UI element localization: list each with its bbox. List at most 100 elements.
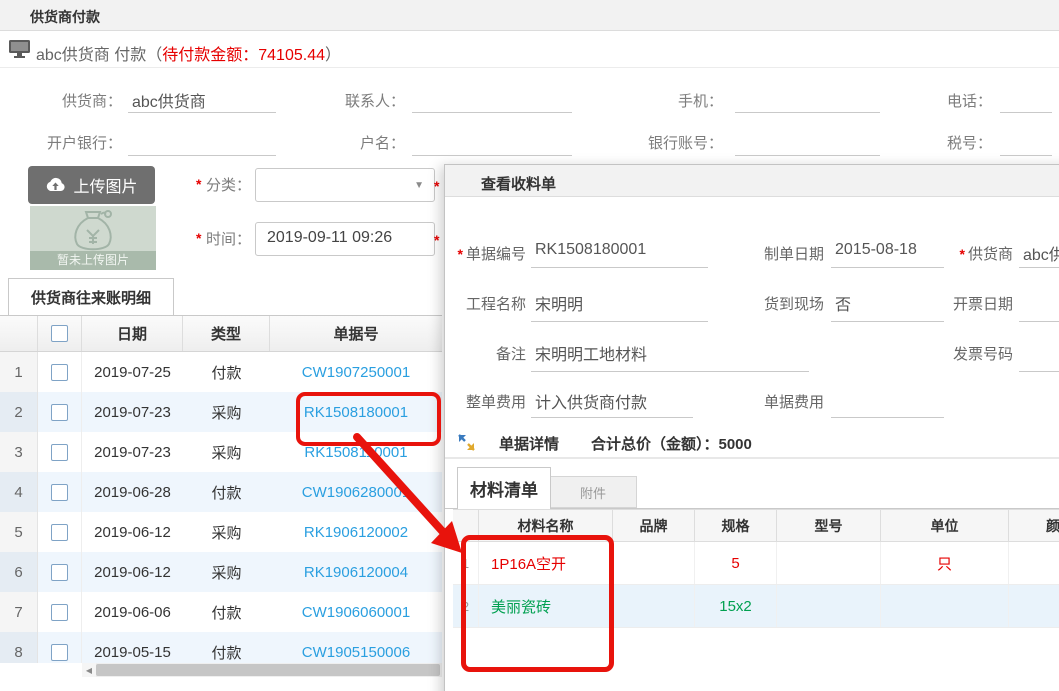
field-label-contact: 联系人： xyxy=(300,90,405,111)
checkbox-cell xyxy=(38,432,82,472)
field-label-phone: 电话： xyxy=(890,90,992,111)
cell-unit: 只 xyxy=(881,542,1009,584)
row-number: 5 xyxy=(0,512,38,552)
doc-link[interactable]: CW1906280001 xyxy=(270,472,442,512)
modal-label-invoice-date: 开票日期 xyxy=(918,293,1013,314)
select-all-checkbox[interactable] xyxy=(51,325,68,342)
modal-value-whole-fee[interactable]: 计入供货商付款 xyxy=(535,389,647,413)
cell-date: 2019-06-28 xyxy=(82,472,183,512)
modal-input-supplier[interactable] xyxy=(1019,267,1059,268)
modal-value-arrived[interactable]: 否 xyxy=(835,291,851,315)
modal-input-doc-fee[interactable] xyxy=(831,417,944,418)
checkbox-cell xyxy=(38,632,82,663)
modal-input-doc-no[interactable] xyxy=(531,267,708,268)
doc-link[interactable]: RK1906120004 xyxy=(270,552,442,592)
scroll-left-arrow-icon[interactable]: ◀ xyxy=(82,663,96,677)
cell-date: 2019-06-12 xyxy=(82,512,183,552)
modal-value-remark[interactable]: 宋明明工地材料 xyxy=(535,341,647,365)
page-title: 供货商付款 xyxy=(30,7,100,27)
field-input-account-name[interactable] xyxy=(412,155,572,156)
modal-title: 查看收料单 xyxy=(481,173,556,194)
doc-link[interactable]: RK1508110001 xyxy=(270,432,442,472)
material-row: 1 1P16A空开 5 只 xyxy=(453,542,1059,585)
category-select[interactable]: ▼ xyxy=(255,168,435,202)
doc-link[interactable]: CW1906060001 xyxy=(270,592,442,632)
row-checkbox[interactable] xyxy=(51,604,68,621)
row-checkbox[interactable] xyxy=(51,524,68,541)
time-label: 时间： xyxy=(206,228,254,249)
field-input-mobile[interactable] xyxy=(735,112,880,113)
modal-input-arrived[interactable] xyxy=(831,321,944,322)
row-checkbox[interactable] xyxy=(51,364,68,381)
cell-color xyxy=(1009,542,1059,584)
cell-date: 2019-07-23 xyxy=(82,432,183,472)
table-row: 8 2019-05-15 付款 CW1905150006 xyxy=(0,632,442,663)
detail-section-label: 单据详情 xyxy=(499,433,559,454)
table-row: 5 2019-06-12 采购 RK1906120002 xyxy=(0,512,442,552)
cell-model xyxy=(777,542,881,584)
field-input-phone[interactable] xyxy=(1000,112,1052,113)
tab-material-list[interactable]: 材料清单 xyxy=(457,467,551,509)
scrollbar-thumb[interactable] xyxy=(96,664,440,676)
cell-type: 付款 xyxy=(183,472,270,512)
closing-paren-text: ） xyxy=(325,47,341,64)
field-label-mobile: 手机： xyxy=(620,90,723,111)
row-checkbox[interactable] xyxy=(51,644,68,661)
header-doc-no: 单据号 xyxy=(270,316,442,351)
row-checkbox[interactable] xyxy=(51,404,68,421)
modal-input-remark[interactable] xyxy=(531,371,809,372)
modal-value-supplier[interactable]: abc供货商 xyxy=(1023,241,1059,265)
table-row: 2 2019-07-23 采购 RK1508180001 xyxy=(0,392,442,432)
checkbox-cell xyxy=(38,592,82,632)
cell-color xyxy=(1009,585,1059,627)
row-checkbox[interactable] xyxy=(51,444,68,461)
upload-image-button[interactable]: 上传图片 xyxy=(28,166,155,204)
tab-supplier-ledger[interactable]: 供货商往来账明细 xyxy=(8,278,174,315)
modal-value-project[interactable]: 宋明明 xyxy=(535,291,583,315)
doc-link[interactable]: CW1907250001 xyxy=(270,352,442,392)
modal-value-make-date[interactable]: 2015-08-18 xyxy=(835,241,917,259)
field-input-contact[interactable] xyxy=(412,112,572,113)
modal-label-doc-fee: 单据费用 xyxy=(729,391,824,412)
checkbox-cell xyxy=(38,552,82,592)
horizontal-scrollbar[interactable]: ◀ xyxy=(82,663,442,677)
field-value-supplier[interactable]: abc供货商 xyxy=(132,88,206,112)
material-table-header: 材料名称 品牌 规格 型号 单位 颜色 xyxy=(453,509,1059,542)
detail-arrows-icon xyxy=(458,434,475,456)
modal-value-doc-no[interactable]: RK1508180001 xyxy=(535,241,646,259)
tab-attachments[interactable]: 附件 xyxy=(549,476,637,508)
doc-link[interactable]: RK1906120002 xyxy=(270,512,442,552)
modal-input-invoice-date[interactable] xyxy=(1019,321,1059,322)
header-color: 颜色 xyxy=(1009,510,1059,541)
cell-date: 2019-07-25 xyxy=(82,352,183,392)
cell-date: 2019-06-06 xyxy=(82,592,183,632)
modal-label-make-date: 制单日期 xyxy=(729,243,824,264)
modal-input-whole-fee[interactable] xyxy=(531,417,693,418)
page-header-bar xyxy=(0,0,1059,31)
modal-input-project[interactable] xyxy=(531,321,708,322)
row-number: 6 xyxy=(0,552,38,592)
header-type: 类型 xyxy=(183,316,270,351)
field-input-bank-account[interactable] xyxy=(735,155,880,156)
modal-label-whole-fee: 整单费用 xyxy=(451,391,526,412)
cell-brand xyxy=(613,542,695,584)
required-asterisk: * xyxy=(434,232,439,248)
row-number: 3 xyxy=(0,432,38,472)
modal-input-invoice-no[interactable] xyxy=(1019,371,1059,372)
row-number: 2 xyxy=(453,585,479,627)
row-number: 8 xyxy=(0,632,38,663)
modal-input-make-date[interactable] xyxy=(831,267,944,268)
time-input[interactable]: 2019-09-11 09:26 xyxy=(255,222,435,256)
checkbox-cell xyxy=(38,472,82,512)
header-row-number xyxy=(0,316,38,351)
field-input-bank[interactable] xyxy=(128,155,276,156)
row-checkbox[interactable] xyxy=(51,564,68,581)
row-checkbox[interactable] xyxy=(51,484,68,501)
supplier-payment-text: abc供货商 付款（ xyxy=(36,47,162,64)
doc-link[interactable]: RK1508180001 xyxy=(270,392,442,432)
field-input-supplier[interactable] xyxy=(128,112,276,113)
field-input-tax-no[interactable] xyxy=(1000,155,1052,156)
checkbox-cell xyxy=(38,392,82,432)
modal-label-arrived: 货到现场 xyxy=(729,293,824,314)
doc-link[interactable]: CW1905150006 xyxy=(270,632,442,663)
